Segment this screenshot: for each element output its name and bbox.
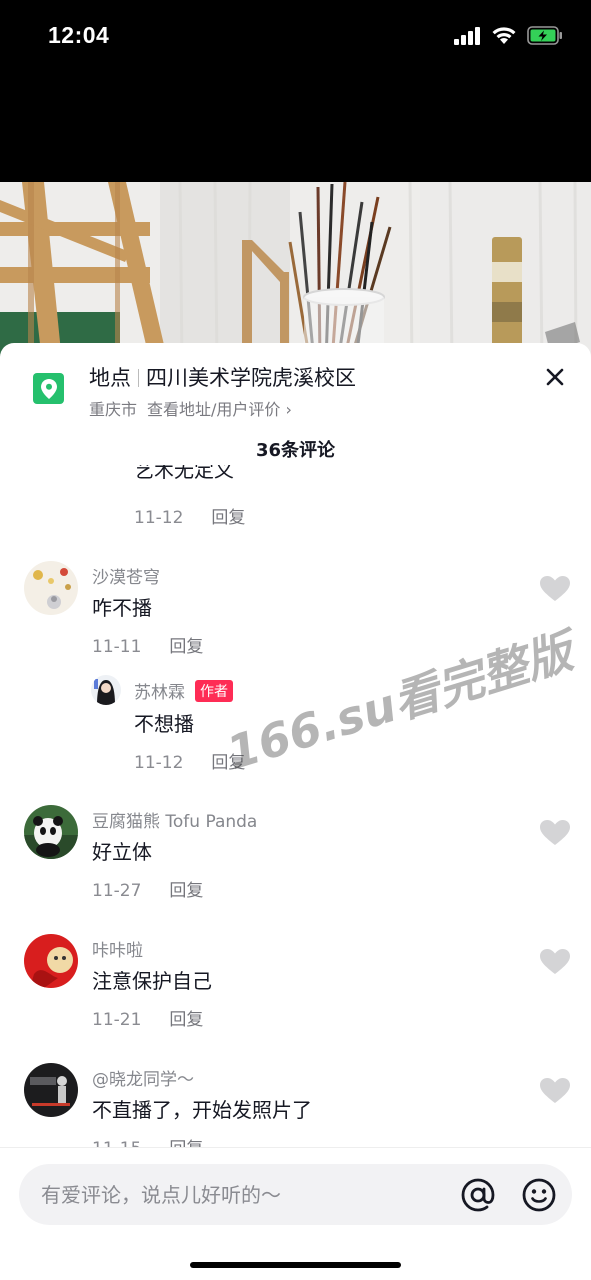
- reply-button[interactable]: 回复: [211, 508, 245, 528]
- mention-at-icon[interactable]: [460, 1177, 496, 1213]
- close-icon: [546, 368, 564, 386]
- reply-button[interactable]: 回复: [169, 1139, 203, 1147]
- comment-username[interactable]: 咔咔啦: [92, 936, 143, 961]
- comment-meta: 11-11 回复: [92, 632, 203, 657]
- background-photo: [0, 182, 591, 362]
- comment-input[interactable]: [41, 1164, 461, 1225]
- status-bar: 12:04: [0, 0, 591, 80]
- comment-input-box[interactable]: [19, 1164, 572, 1225]
- reply-username[interactable]: 苏林霖: [134, 683, 185, 703]
- like-heart-icon[interactable]: [540, 576, 570, 602]
- comment-count: 36条评论: [255, 440, 336, 461]
- avatar[interactable]: [24, 934, 78, 988]
- comment-input-bar: [0, 1147, 591, 1280]
- comment-date: 11-11: [92, 637, 142, 657]
- comment-text: 注意保护自己: [92, 969, 212, 993]
- location-header[interactable]: 地点 四川美术学院虎溪校区 重庆市 查看地址/用户评价 ›: [0, 343, 591, 423]
- comment-meta: 11-12 回复: [134, 503, 245, 528]
- avatar[interactable]: [24, 1063, 78, 1117]
- wifi-icon: [492, 27, 516, 44]
- comment-text: 不想播: [134, 712, 194, 736]
- avatar[interactable]: [24, 805, 78, 859]
- location-title: 地点 四川美术学院虎溪校区: [89, 362, 356, 392]
- like-heart-icon[interactable]: [540, 1078, 570, 1104]
- comment-username[interactable]: 沙漠苍穹: [92, 563, 160, 588]
- status-icons: [454, 26, 563, 45]
- like-heart-icon[interactable]: [540, 949, 570, 975]
- location-name: 四川美术学院虎溪校区: [146, 366, 356, 390]
- comment-meta: 11-12 回复: [134, 748, 245, 773]
- comment-sheet: 地点 四川美术学院虎溪校区 重庆市 查看地址/用户评价 › 36条评论 艺术无定义 …: [0, 343, 591, 1280]
- reply-button[interactable]: 回复: [169, 637, 203, 657]
- close-button[interactable]: [540, 362, 570, 392]
- comment-date: 11-12: [134, 508, 184, 528]
- comment-text: 不直播了，开始发照片了: [92, 1098, 312, 1122]
- comment-date: 11-12: [134, 753, 184, 773]
- avatar[interactable]: [91, 675, 121, 705]
- avatar[interactable]: [24, 561, 78, 615]
- location-divider: [138, 369, 139, 387]
- comment-username: 苏林霖 作者: [134, 678, 233, 703]
- reply-button[interactable]: 回复: [211, 753, 245, 773]
- comment-username[interactable]: 豆腐猫熊 Tofu Panda: [92, 807, 257, 832]
- comment-meta: 11-15 回复: [92, 1134, 203, 1147]
- comment-text: 好立体: [92, 840, 152, 864]
- location-detail-link[interactable]: 查看地址/用户评价 ›: [147, 400, 292, 419]
- comment-text: 咋不播: [92, 596, 152, 620]
- location-city: 重庆市: [89, 400, 138, 419]
- comment-meta: 11-21 回复: [92, 1005, 203, 1030]
- status-time: 12:04: [48, 22, 110, 48]
- comment-date: 11-15: [92, 1139, 141, 1147]
- author-badge: 作者: [195, 680, 233, 702]
- reply-button[interactable]: 回复: [169, 1010, 203, 1030]
- home-indicator: [190, 1262, 401, 1268]
- location-subtitle: 重庆市 查看地址/用户评价 ›: [89, 396, 292, 420]
- comment-date: 11-27: [92, 881, 142, 901]
- comment-meta: 11-27 回复: [92, 876, 203, 901]
- signal-icon: [454, 26, 480, 45]
- comment-username[interactable]: @晓龙同学～: [92, 1065, 194, 1090]
- battery-charging-icon: [527, 26, 562, 45]
- reply-button[interactable]: 回复: [169, 881, 203, 901]
- location-label: 地点: [89, 366, 131, 390]
- location-pin-icon: [33, 373, 64, 404]
- comment-list[interactable]: 艺术无定义 11-12 回复 沙漠苍穹 咋不播 11-11 回复 苏林霖 作者 …: [0, 465, 591, 1147]
- like-heart-icon[interactable]: [540, 820, 570, 846]
- emoji-icon[interactable]: [521, 1177, 557, 1213]
- comment-text: 艺术无定义: [134, 465, 234, 482]
- comment-date: 11-21: [92, 1010, 142, 1030]
